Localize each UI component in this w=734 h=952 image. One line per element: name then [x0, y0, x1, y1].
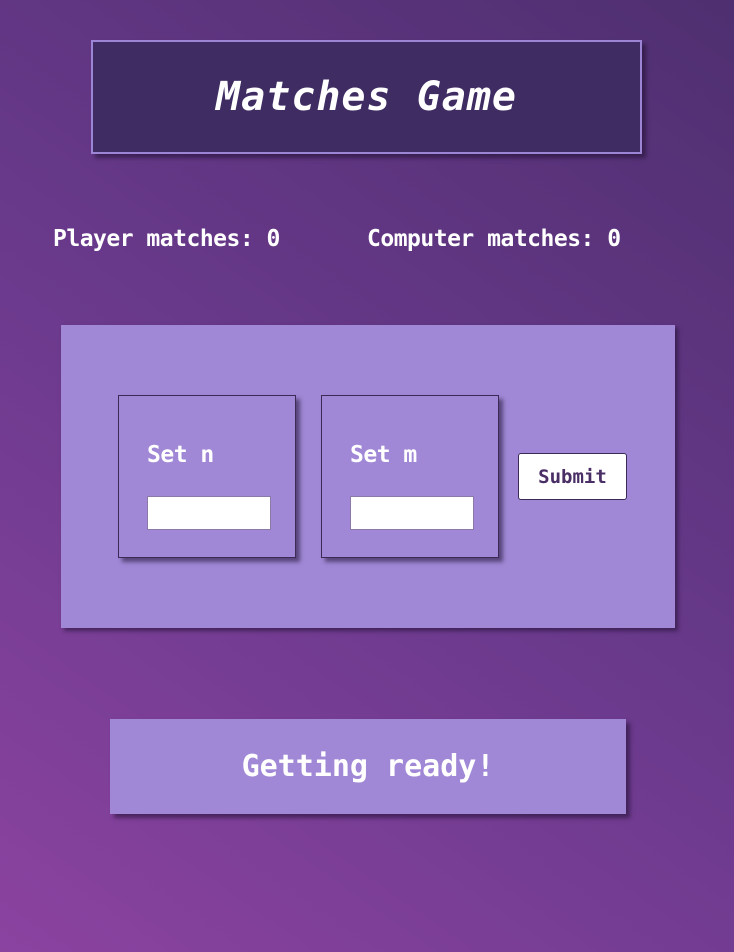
- set-n-label: Set n: [147, 442, 214, 468]
- set-m-label: Set m: [350, 442, 417, 468]
- title-banner: Matches Game: [91, 40, 642, 154]
- set-m-input[interactable]: [350, 496, 474, 530]
- submit-button[interactable]: Submit: [518, 453, 627, 500]
- status-message: Getting ready!: [241, 749, 495, 784]
- settings-panel: Set n Set m Submit: [61, 325, 675, 628]
- computer-matches-count: Computer matches: 0: [367, 226, 621, 252]
- set-n-input[interactable]: [147, 496, 271, 530]
- status-box: Getting ready!: [110, 719, 626, 814]
- page-title: Matches Game: [216, 74, 517, 120]
- set-m-box: Set m: [321, 395, 499, 558]
- player-matches-count: Player matches: 0: [53, 226, 280, 252]
- set-n-box: Set n: [118, 395, 296, 558]
